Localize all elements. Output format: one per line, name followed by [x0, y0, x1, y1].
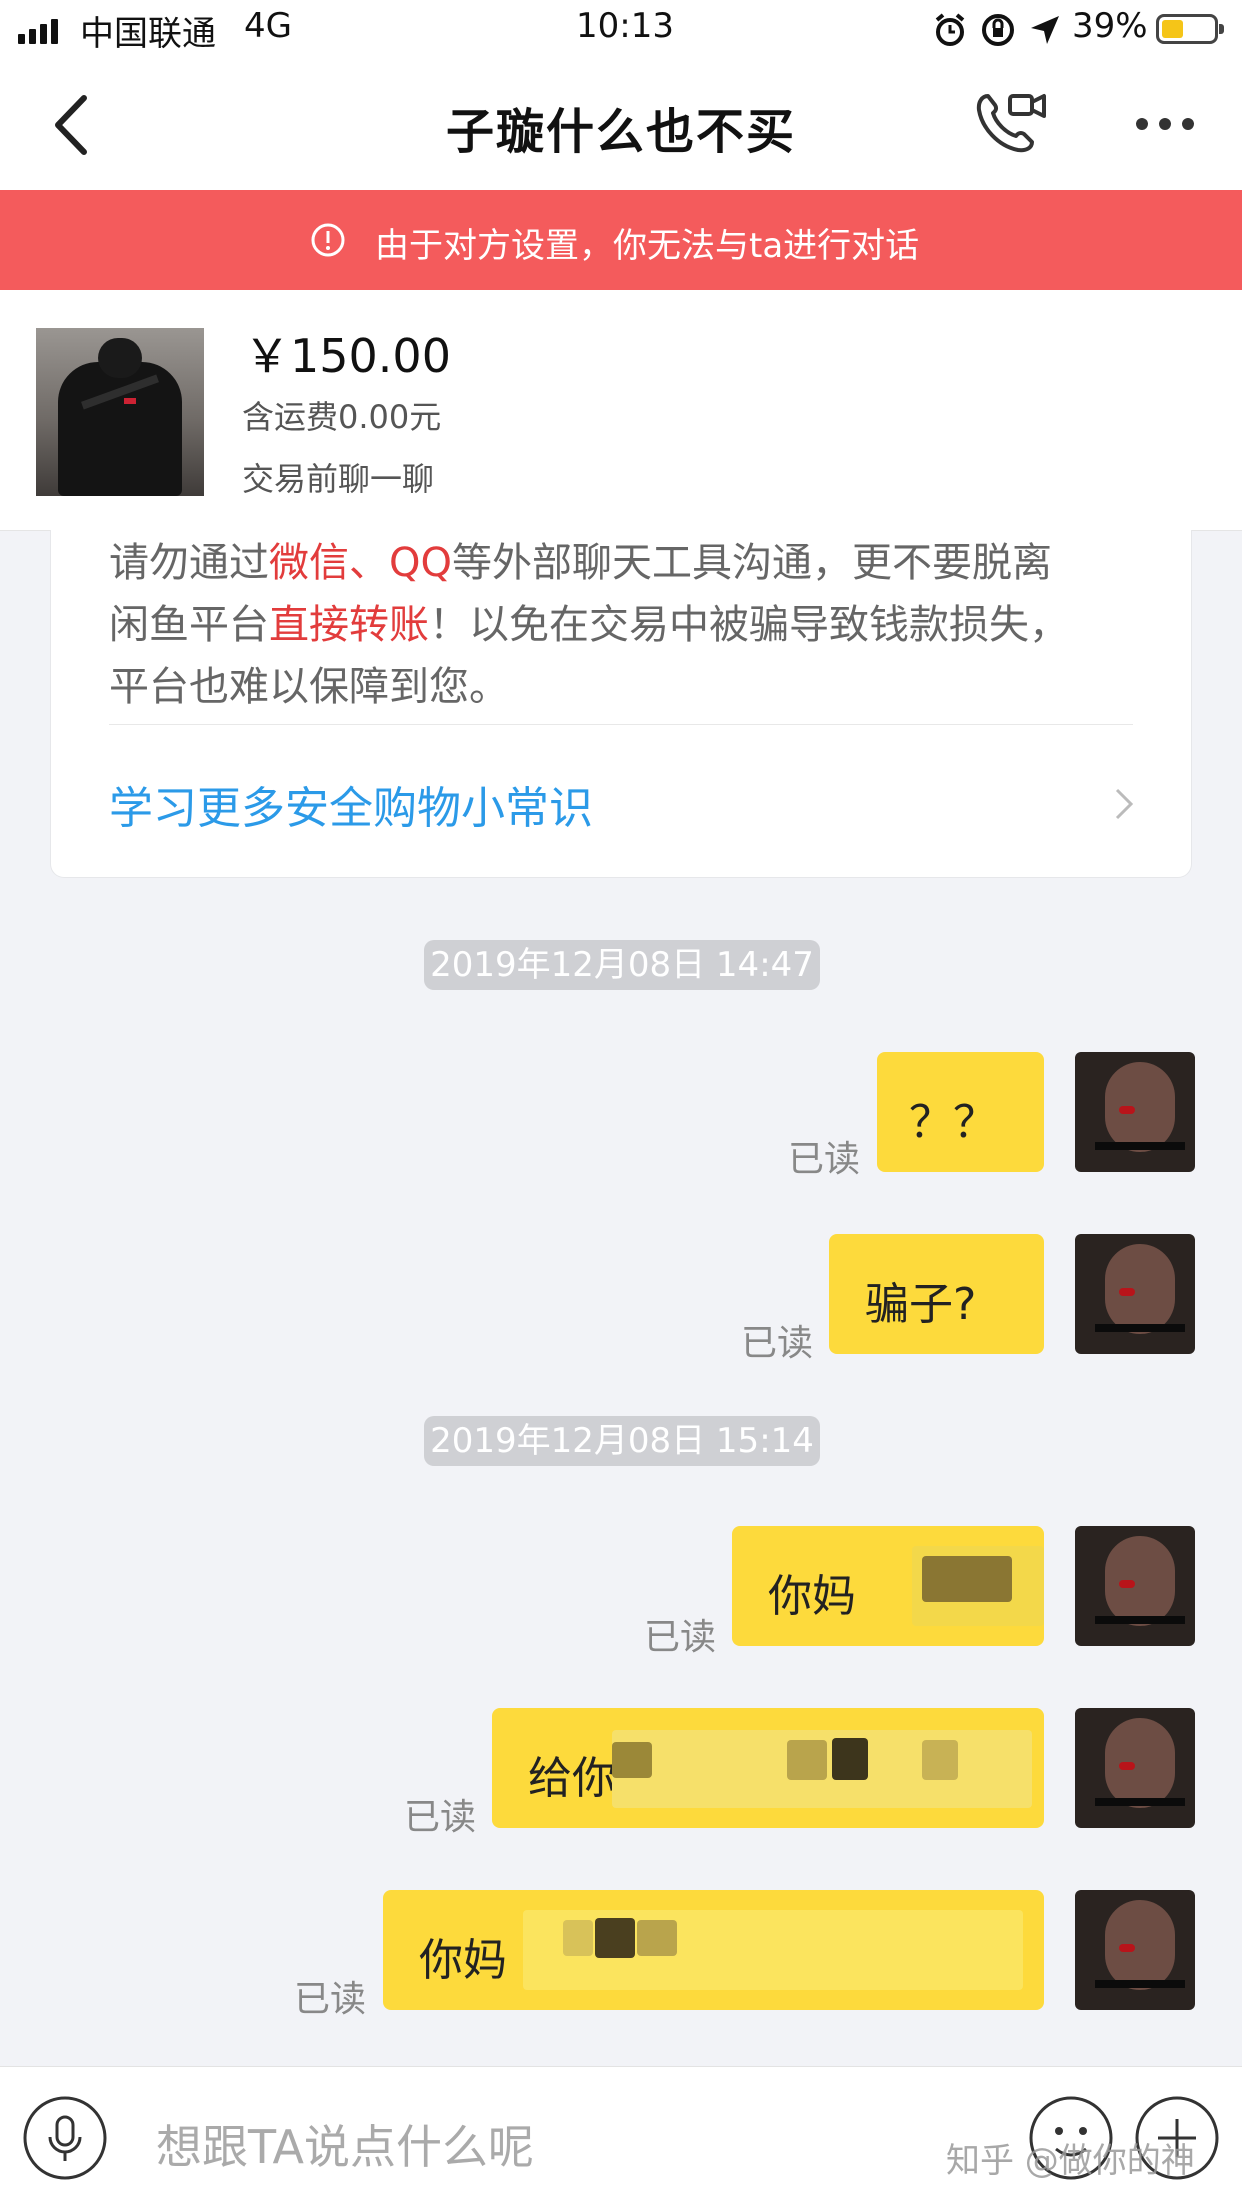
message-bubble[interactable]: 给你 — [492, 1708, 1044, 1828]
safety-text: ！以免在交易中被骗导致钱款损失， — [429, 602, 1069, 648]
safety-highlight: 微信、QQ — [269, 540, 452, 586]
divider — [109, 724, 1133, 725]
censor-blur — [787, 1740, 827, 1780]
message-text: 你妈 — [419, 1935, 507, 1986]
message-bubble[interactable]: 你妈 — [383, 1890, 1044, 2010]
message-input[interactable]: 想跟TA说点什么呢 — [156, 2111, 534, 2177]
nav-bar: 子璇什么也不买 — [0, 60, 1242, 190]
censor-blur — [922, 1740, 958, 1780]
safety-line-3: 平台也难以保障到您。 — [109, 664, 509, 710]
message-bubble[interactable]: 你妈 — [732, 1526, 1044, 1646]
read-status: 已读 — [741, 1323, 814, 1364]
message-text: ？？ — [909, 1097, 997, 1148]
censor-blur — [832, 1738, 868, 1780]
read-status: 已读 — [788, 1139, 861, 1180]
safety-line-2: 闲鱼平台直接转账！以免在交易中被骗导致钱款损失， — [109, 592, 1069, 650]
watermark: 知乎 @做你的神 — [946, 2141, 1195, 2181]
banner-text: 由于对方设置，你无法与ta进行对话 — [375, 226, 920, 266]
timestamp: 2019年12月08日 15:14 — [424, 1416, 820, 1466]
info-icon — [311, 223, 345, 257]
message-text: 给你 — [528, 1753, 616, 1804]
avatar[interactable] — [1075, 1890, 1195, 2010]
more-icon[interactable] — [1134, 116, 1196, 132]
orientation-lock-icon — [982, 14, 1014, 46]
input-bar: 想跟TA说点什么呢 知乎 @做你的神 — [0, 2066, 1242, 2209]
status-bar: 中国联通 4G 10:13 39% — [0, 0, 1242, 60]
censor-blur — [612, 1742, 652, 1778]
safety-tips-link[interactable]: 学习更多安全购物小常识 — [109, 772, 593, 836]
microphone-icon[interactable] — [22, 2095, 108, 2181]
video-call-icon[interactable] — [974, 90, 1048, 156]
avatar[interactable] — [1075, 1708, 1195, 1828]
timestamp: 2019年12月08日 14:47 — [424, 940, 820, 990]
avatar[interactable] — [1075, 1234, 1195, 1354]
location-icon — [1031, 16, 1059, 44]
safety-text: 等外部聊天工具沟通，更不要脱离 — [451, 540, 1052, 586]
product-price: ￥150.00 — [244, 329, 451, 383]
alarm-icon — [935, 13, 965, 46]
carrier-label: 中国联通 — [80, 14, 216, 54]
message-text: 你妈 — [768, 1571, 856, 1622]
read-status: 已读 — [404, 1797, 477, 1838]
read-status: 已读 — [294, 1979, 367, 2020]
warning-banner: 由于对方设置，你无法与ta进行对话 — [0, 190, 1242, 290]
avatar[interactable] — [1075, 1052, 1195, 1172]
chat-before-trade: 交易前聊一聊 — [242, 460, 435, 498]
safety-line-1: 请勿通过微信、QQ等外部聊天工具沟通，更不要脱离 — [109, 530, 1052, 588]
product-card[interactable]: ￥150.00 含运费0.00元 交易前聊一聊 — [0, 290, 1242, 531]
censor-blur — [922, 1556, 1012, 1602]
chevron-right-icon[interactable] — [1113, 786, 1135, 822]
censor-blur — [563, 1920, 593, 1956]
safety-text: 请勿通过 — [109, 540, 269, 586]
avatar[interactable] — [1075, 1526, 1195, 1646]
page-title: 子璇什么也不买 — [445, 104, 796, 160]
message-bubble[interactable]: ？？ — [877, 1052, 1044, 1172]
message-bubble[interactable]: 骗子? — [829, 1234, 1044, 1354]
battery-icon — [1156, 14, 1224, 44]
safety-text: 闲鱼平台 — [109, 602, 269, 648]
message-text: 骗子? — [865, 1279, 977, 1330]
battery-percent: 39% — [1072, 6, 1148, 46]
read-status: 已读 — [644, 1617, 717, 1658]
censor-blur — [637, 1920, 677, 1956]
clock: 10:13 — [576, 6, 674, 46]
network-label: 4G — [244, 6, 292, 46]
shipping-fee: 含运费0.00元 — [242, 398, 442, 436]
product-thumbnail[interactable] — [36, 328, 204, 496]
safety-notice-card: 请勿通过微信、QQ等外部聊天工具沟通，更不要脱离 闲鱼平台直接转账！以免在交易中… — [50, 530, 1192, 878]
safety-highlight: 直接转账 — [269, 602, 429, 648]
censor-blur — [595, 1918, 635, 1958]
